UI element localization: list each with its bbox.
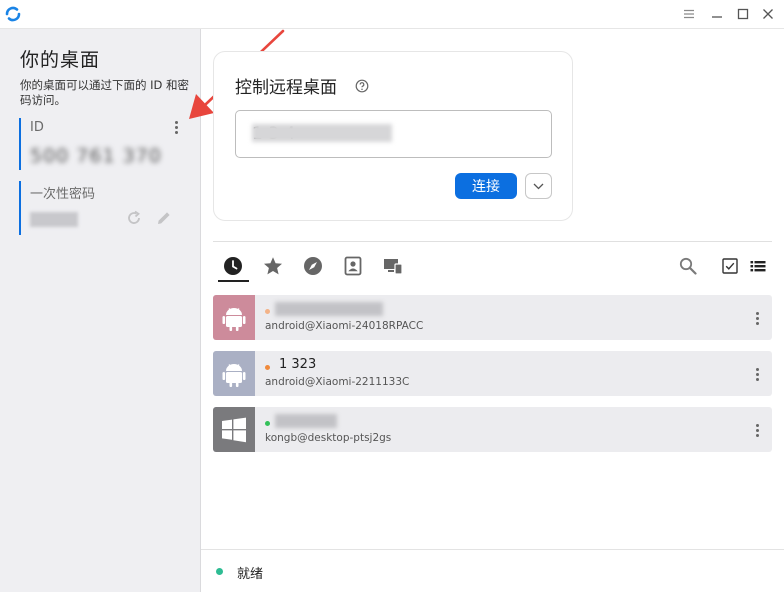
status-ready-dot bbox=[216, 568, 223, 575]
sidebar-title: 你的桌面 bbox=[20, 49, 101, 71]
chevron-down-icon bbox=[533, 183, 544, 189]
password-block: 一次性密码 bbox=[19, 181, 189, 235]
tabs-divider bbox=[213, 241, 772, 242]
peer-name-blur bbox=[275, 302, 383, 316]
peer-status-dot bbox=[265, 365, 270, 370]
maximize-button[interactable] bbox=[732, 4, 754, 24]
sidebar: 你的桌面 你的桌面可以通过下面的 ID 和密码访问。 ID 500 761 37… bbox=[0, 29, 201, 592]
tab-address-book-icon[interactable] bbox=[343, 256, 363, 276]
id-more-icon[interactable] bbox=[170, 118, 182, 136]
peer-subtitle: android@Xiaomi-24018RPACC bbox=[265, 320, 424, 332]
peer-thumbnail bbox=[213, 351, 255, 396]
android-icon bbox=[222, 363, 246, 387]
peer-card-1[interactable]: android@Xiaomi-24018RPACC bbox=[213, 295, 772, 340]
peer-name: 1 323 bbox=[279, 357, 317, 372]
help-icon[interactable] bbox=[355, 79, 369, 93]
tab-devices-icon[interactable] bbox=[383, 256, 403, 276]
sidebar-description: 你的桌面可以通过下面的 ID 和密码访问。 bbox=[20, 78, 190, 107]
remote-id-input[interactable] bbox=[235, 110, 552, 158]
peer-subtitle: android@Xiaomi-2211133C bbox=[265, 376, 410, 388]
connect-card: 控制远程桌面 连接 bbox=[213, 51, 573, 221]
peer-more-icon[interactable] bbox=[751, 309, 763, 327]
id-block: ID 500 761 370 bbox=[19, 118, 189, 170]
status-text: 就绪 bbox=[237, 567, 264, 582]
minimize-button[interactable] bbox=[706, 4, 728, 24]
peer-subtitle: kongb@desktop-ptsj2gs bbox=[265, 432, 392, 444]
peer-name-blur bbox=[275, 414, 337, 428]
connect-title: 控制远程桌面 bbox=[235, 78, 337, 98]
list-view-icon[interactable] bbox=[749, 257, 767, 275]
peer-thumbnail bbox=[213, 407, 255, 452]
windows-icon bbox=[222, 417, 246, 442]
peer-more-icon[interactable] bbox=[751, 421, 763, 439]
close-button[interactable] bbox=[757, 4, 779, 24]
refresh-icon[interactable] bbox=[125, 209, 143, 227]
peer-status-dot bbox=[265, 421, 270, 426]
select-checkbox-icon[interactable] bbox=[721, 257, 739, 275]
connect-options-button[interactable] bbox=[525, 173, 552, 199]
search-icon[interactable] bbox=[679, 257, 697, 275]
active-tab-indicator bbox=[218, 280, 249, 282]
connect-button[interactable]: 连接 bbox=[455, 173, 517, 199]
status-bar: 就绪 bbox=[201, 549, 784, 592]
android-icon bbox=[222, 307, 246, 331]
peer-thumbnail bbox=[213, 295, 255, 340]
password-label: 一次性密码 bbox=[30, 187, 96, 202]
id-label: ID bbox=[30, 120, 44, 135]
password-value[interactable] bbox=[30, 212, 78, 227]
peer-more-icon[interactable] bbox=[751, 365, 763, 383]
title-bar bbox=[0, 0, 784, 29]
peer-status-dot bbox=[265, 309, 270, 314]
id-value[interactable]: 500 761 370 bbox=[30, 145, 162, 167]
tab-discovered-compass-icon[interactable] bbox=[303, 256, 323, 276]
peer-card-2[interactable]: 1 323 android@Xiaomi-2211133C bbox=[213, 351, 772, 396]
edit-pencil-icon[interactable] bbox=[155, 209, 173, 227]
rustdesk-logo-icon bbox=[5, 6, 21, 22]
menu-icon[interactable] bbox=[678, 4, 700, 24]
tab-favorites-star-icon[interactable] bbox=[263, 256, 283, 276]
tab-recent-clock-icon[interactable] bbox=[223, 256, 243, 276]
peer-card-3[interactable]: kongb@desktop-ptsj2gs bbox=[213, 407, 772, 452]
